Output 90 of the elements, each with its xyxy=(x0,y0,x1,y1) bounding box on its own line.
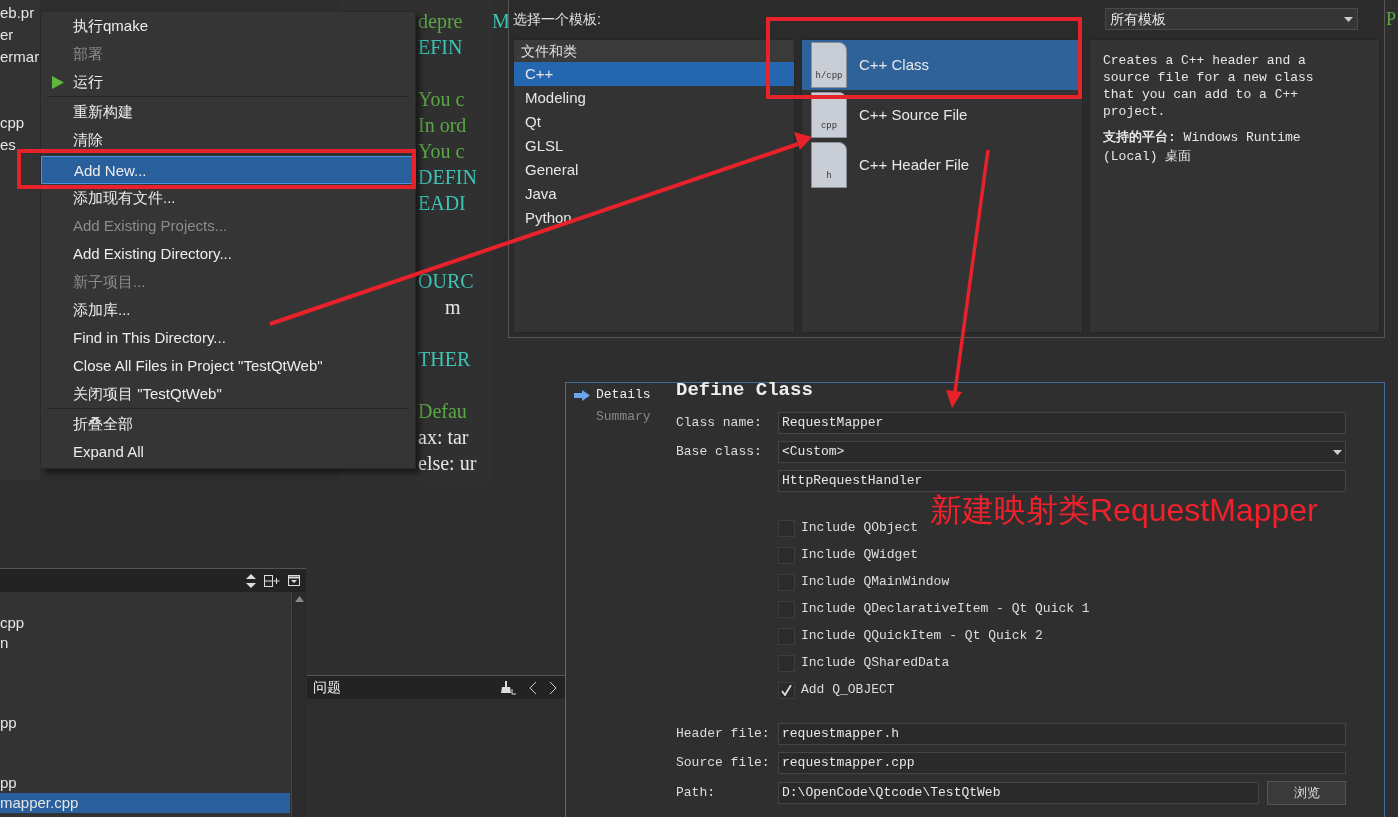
menu-item[interactable]: Add Existing Directory... xyxy=(41,240,415,268)
menu-item[interactable]: 添加库... xyxy=(41,296,415,324)
file-item[interactable]: cpp xyxy=(0,613,290,633)
menu-item[interactable]: 运行 xyxy=(41,68,415,96)
menu-item[interactable]: 折叠全部 xyxy=(41,410,415,438)
category-header: 文件和类 xyxy=(514,40,794,62)
source-file-field[interactable]: requestmapper.cpp xyxy=(778,752,1346,774)
category-item[interactable]: Java xyxy=(514,182,794,206)
tree-item[interactable]: er xyxy=(0,24,14,46)
path-field[interactable]: D:\OpenCode\Qtcode\TestQtWeb xyxy=(778,782,1259,804)
file-item[interactable]: pp xyxy=(0,773,290,793)
option-checkbox[interactable]: Include QSharedData xyxy=(778,653,1346,673)
scroll-up-icon[interactable] xyxy=(294,596,304,602)
file-item[interactable]: n xyxy=(0,633,290,653)
arrow-icon xyxy=(574,389,590,401)
file-icon: h/cpp xyxy=(811,42,847,88)
category-item[interactable]: GLSL xyxy=(514,134,794,158)
file-icon: h xyxy=(811,142,847,188)
checkbox[interactable] xyxy=(778,681,795,699)
tree-item[interactable]: ermar xyxy=(0,46,40,68)
code-text: EADI xyxy=(417,191,466,216)
dialog-title: Define Class xyxy=(676,383,814,403)
code-text: ax: tar xyxy=(417,425,469,450)
template-item[interactable]: cpp C++ Source File xyxy=(802,90,1082,140)
base-class-field[interactable]: HttpRequestHandler xyxy=(778,470,1346,492)
platform-text: 支持的平台: Windows Runtime (Local) 桌面 xyxy=(1103,129,1302,166)
code-text: Defau xyxy=(417,399,467,424)
option-checkbox[interactable]: Add Q_OBJECT xyxy=(778,680,1346,700)
code-text: else: ur xyxy=(417,451,477,476)
option-checkbox[interactable]: Include QDeclarativeItem - Qt Quick 1 xyxy=(778,599,1346,619)
play-icon xyxy=(52,76,64,89)
file-icon: cpp xyxy=(811,92,847,138)
menu-item[interactable]: Add New... xyxy=(41,156,415,184)
file-item[interactable]: mapper.cpp xyxy=(0,793,290,813)
filter-dropdown[interactable]: 所有模板 xyxy=(1105,8,1358,30)
field-label: Source file: xyxy=(676,754,771,773)
menu-item[interactable]: 重新构建 xyxy=(41,98,415,126)
dropdown-icon xyxy=(1333,449,1342,455)
menu-item[interactable]: Find in This Directory... xyxy=(41,324,415,352)
previous-icon[interactable] xyxy=(529,681,537,694)
scrollbar[interactable] xyxy=(291,592,306,817)
code-text: You c xyxy=(417,87,465,112)
header-file-field[interactable]: requestmapper.h xyxy=(778,723,1346,745)
template-label: 选择一个模板: xyxy=(513,9,601,29)
split-add-icon[interactable] xyxy=(264,574,280,587)
option-checkbox[interactable]: Include QWidget xyxy=(778,545,1346,565)
category-item[interactable]: C++ xyxy=(514,62,794,86)
next-icon[interactable] xyxy=(549,681,557,694)
field-label: Header file: xyxy=(676,725,771,744)
code-text: EFIN xyxy=(417,35,463,60)
code-text: M xyxy=(492,9,510,34)
clear-icon[interactable] xyxy=(501,680,517,695)
file-item[interactable]: pp xyxy=(0,713,290,733)
menu-item[interactable]: 关闭项目 "TestQtWeb" xyxy=(41,380,415,408)
browse-button[interactable]: 浏览 xyxy=(1267,781,1346,805)
description-text: Creates a C++ header and a source file for a new class that you can add to a C++ project. xyxy=(1103,52,1315,120)
code-text: THER xyxy=(417,347,471,372)
tree-item[interactable]: eb.pr xyxy=(0,2,35,24)
collapse-icon[interactable] xyxy=(288,575,300,586)
code-text: depre xyxy=(417,9,463,34)
tree-item[interactable]: cpp xyxy=(0,112,25,134)
base-class-dropdown[interactable]: <Custom> xyxy=(778,441,1346,463)
option-checkbox[interactable]: Include QQuickItem - Qt Quick 2 xyxy=(778,626,1346,646)
field-label: Base class: xyxy=(676,443,763,462)
code-text: m xyxy=(444,295,461,320)
field-label: Path: xyxy=(676,784,716,803)
menu-item[interactable]: 执行qmake xyxy=(41,12,415,40)
menu-item[interactable]: 清除 xyxy=(41,126,415,154)
template-item[interactable]: h C++ Header File xyxy=(802,140,1082,190)
category-item[interactable]: General xyxy=(514,158,794,182)
code-text: DEFIN xyxy=(417,165,477,190)
dropdown-icon xyxy=(1344,16,1353,22)
field-label: Class name: xyxy=(676,414,763,433)
code-text: In ord xyxy=(417,113,467,138)
code-text: You c xyxy=(417,139,465,164)
option-checkbox[interactable]: Include QMainWindow xyxy=(778,572,1346,592)
annotation-caption: 新建映射类RequestMapper xyxy=(930,491,1318,530)
category-item[interactable]: Modeling xyxy=(514,86,794,110)
code-text: P xyxy=(1386,8,1396,31)
wizard-step[interactable]: Details xyxy=(574,384,676,406)
menu-item[interactable]: Expand All xyxy=(41,438,415,466)
class-name-field[interactable]: RequestMapper xyxy=(778,412,1346,434)
wizard-step[interactable]: Summary xyxy=(574,406,676,428)
tree-item[interactable]: es xyxy=(0,134,16,156)
code-text: OURC xyxy=(417,269,474,294)
menu-item[interactable]: Close All Files in Project "TestQtWeb" xyxy=(41,352,415,380)
category-item[interactable]: Qt xyxy=(514,110,794,134)
sort-icon xyxy=(246,573,256,588)
menu-item[interactable]: 添加现有文件... xyxy=(41,184,415,212)
check-icon xyxy=(781,684,792,696)
